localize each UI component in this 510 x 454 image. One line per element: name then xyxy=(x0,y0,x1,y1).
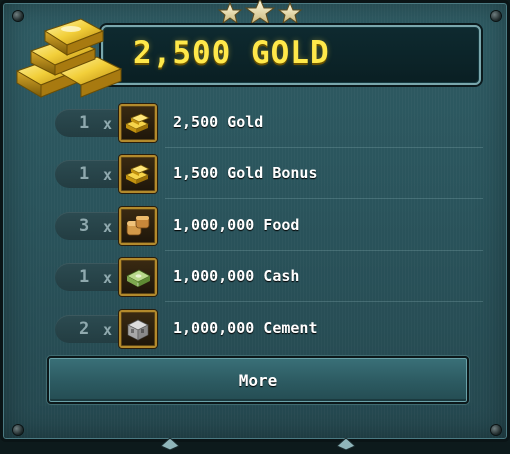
row-divider xyxy=(165,301,483,302)
reward-row: 3 x 1,000,000 Food xyxy=(55,207,489,251)
rivet-icon xyxy=(491,425,501,435)
item-quantity: 2 xyxy=(79,319,90,339)
rivet-icon xyxy=(491,11,501,21)
rivet-icon xyxy=(13,425,23,435)
item-quantity: 3 xyxy=(79,216,90,236)
item-label: 1,000,000 Cash xyxy=(173,267,300,285)
item-quantity: 1 xyxy=(79,113,90,133)
gold-bars-icon xyxy=(119,155,157,193)
multiply-sign: x xyxy=(103,115,113,133)
row-divider xyxy=(165,250,483,251)
gold-bars-pile-icon xyxy=(11,11,131,107)
bread-loaves-icon xyxy=(119,207,157,245)
multiply-sign: x xyxy=(103,218,113,236)
ornament-icon xyxy=(336,435,356,451)
offer-panel: 2,500 GOLD 1 x 2,500 Gold 1 x 1,500 Gold… xyxy=(0,0,510,451)
row-divider xyxy=(165,198,483,199)
more-button-label: More xyxy=(238,371,278,390)
title-banner: 2,500 GOLD xyxy=(101,25,481,85)
cement-block-icon xyxy=(119,310,157,348)
reward-row: 2 x 1,000,000 Cement xyxy=(55,310,489,348)
reward-row: 1 x 2,500 Gold xyxy=(55,104,489,148)
offer-title: 2,500 GOLD xyxy=(133,35,330,71)
multiply-sign: x xyxy=(103,166,113,184)
reward-row: 1 x 1,500 Gold Bonus xyxy=(55,155,489,199)
three-stars-icon xyxy=(215,0,305,25)
item-label: 1,500 Gold Bonus xyxy=(173,164,318,182)
item-label: 1,000,000 Cement xyxy=(173,319,318,337)
gold-bars-icon xyxy=(119,104,157,142)
item-label: 1,000,000 Food xyxy=(173,216,300,234)
item-quantity: 1 xyxy=(79,267,90,287)
row-divider xyxy=(165,147,483,148)
item-quantity: 1 xyxy=(79,164,90,184)
cash-stack-icon xyxy=(119,258,157,296)
more-button[interactable]: More xyxy=(47,356,469,404)
reward-row: 1 x 1,000,000 Cash xyxy=(55,258,489,302)
multiply-sign: x xyxy=(103,269,113,287)
ornament-icon xyxy=(160,435,180,451)
item-label: 2,500 Gold xyxy=(173,113,264,131)
multiply-sign: x xyxy=(103,321,113,339)
